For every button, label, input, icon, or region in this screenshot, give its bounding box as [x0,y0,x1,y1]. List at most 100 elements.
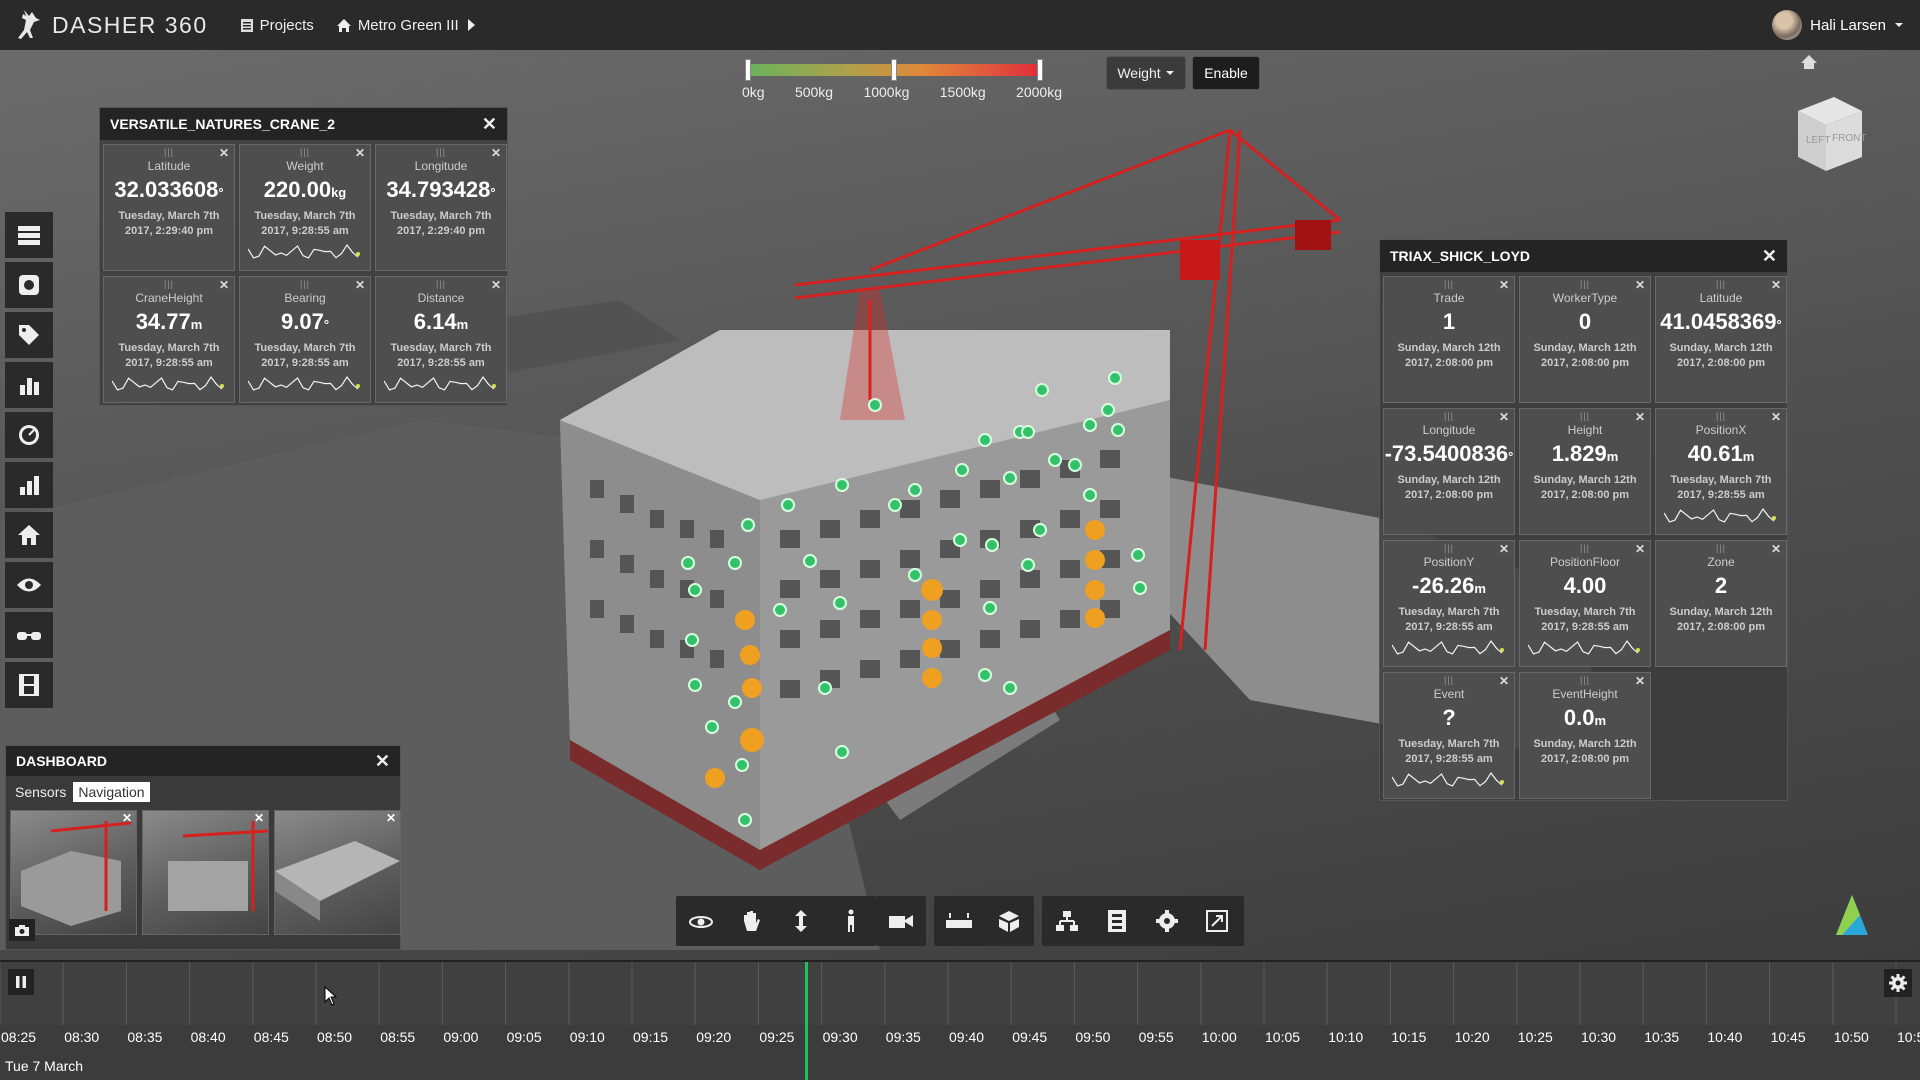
drag-handle-icon[interactable]: ||| [1520,543,1650,553]
scale-handle-mid[interactable] [891,59,897,81]
sensor-tile[interactable]: ||| ✕ Weight 220.00kg Tuesday, March 7th 201… [239,144,371,271]
close-icon[interactable]: ✕ [1635,410,1645,424]
gauge-tool[interactable] [5,412,53,458]
view-thumbnail[interactable]: ✕ [142,810,269,935]
sensor-tile[interactable]: ||| ✕ Longitude 34.793428° Tuesday, March 7t… [375,144,507,271]
pause-button[interactable] [8,969,34,995]
walk-button[interactable] [826,896,876,946]
camera-button[interactable] [876,896,926,946]
sensor-tile[interactable]: ||| ✕ WorkerType 0 Sunday, March 12th 2017, … [1519,276,1651,403]
view-cube[interactable]: LEFT FRONT [1792,95,1866,173]
bar-chart-tool[interactable] [5,362,53,408]
close-icon[interactable]: ✕ [254,811,264,825]
sensor-tile[interactable]: ||| ✕ PositionY -26.26m Tuesday, March 7th 2… [1383,540,1515,667]
close-icon[interactable]: ✕ [1635,278,1645,292]
sensor-tile[interactable]: ||| ✕ PositionFloor 4.00 Tuesday, March 7th … [1519,540,1651,667]
fullscreen-button[interactable] [1192,896,1242,946]
sensor-tile[interactable]: ||| ✕ Latitude 32.033608° Tuesday, March 7th… [103,144,235,271]
close-icon[interactable]: ✕ [1771,410,1781,424]
close-icon[interactable]: ✕ [219,146,229,160]
close-icon[interactable]: ✕ [1499,674,1509,688]
drag-handle-icon[interactable]: ||| [1520,279,1650,289]
close-icon[interactable]: ✕ [386,811,396,825]
close-icon[interactable]: ✕ [375,751,390,772]
film-tool[interactable] [5,662,53,708]
close-icon[interactable]: ✕ [219,278,229,292]
model-tree-button[interactable] [1042,896,1092,946]
measure-button[interactable] [934,896,984,946]
pan-button[interactable] [726,896,776,946]
user-menu[interactable]: Hali Larsen [1772,0,1904,50]
weight-scale[interactable]: 0kg 500kg 1000kg 1500kg 2000kg [742,58,1062,100]
sensor-tile[interactable]: ||| ✕ Height 1.829m Sunday, March 12th 2017,… [1519,408,1651,535]
sensor-tile[interactable]: ||| ✕ CraneHeight 34.77m Tuesday, March 7th … [103,276,235,403]
timeline[interactable]: 08:25 08:30 08:35 08:40 08:45 08:50 08:55 09:00… [0,960,1920,1080]
timeline-settings-button[interactable] [1884,969,1912,997]
snapshot-button[interactable] [9,919,35,941]
view-thumbnail[interactable]: ✕ [274,810,401,935]
close-icon[interactable]: ✕ [491,278,501,292]
drag-handle-icon[interactable]: ||| [1656,543,1786,553]
sensor-tool[interactable] [5,262,53,308]
sensor-tile[interactable]: ||| ✕ PositionX 40.61m Tuesday, March 7th 20… [1655,408,1787,535]
close-icon[interactable]: ✕ [1635,542,1645,556]
drag-handle-icon[interactable]: ||| [1520,675,1650,685]
timeline-cursor[interactable] [805,962,808,1080]
weight-dropdown-button[interactable]: Weight [1106,56,1186,90]
home-tool[interactable] [5,512,53,558]
eye-tool[interactable] [5,562,53,608]
close-icon[interactable]: ✕ [122,811,132,825]
scale-handle-min[interactable] [745,59,751,81]
panel-header[interactable]: VERSATILE_NATURES_CRANE_2 ✕ [100,108,507,140]
drag-handle-icon[interactable]: ||| [1520,411,1650,421]
tab-sensors[interactable]: Sensors [10,782,71,802]
drag-handle-icon[interactable]: ||| [376,147,506,157]
close-icon[interactable]: ✕ [1499,410,1509,424]
close-icon[interactable]: ✕ [355,146,365,160]
close-icon[interactable]: ✕ [1499,278,1509,292]
breadcrumb-project[interactable]: Metro Green III [358,17,459,34]
enable-button[interactable]: Enable [1192,56,1260,90]
sensor-tile[interactable]: ||| ✕ Longitude -73.5400836° Sunday, March 1… [1383,408,1515,535]
app-logo[interactable]: DASHER 360 [14,8,208,42]
tag-tool[interactable] [5,312,53,358]
drag-handle-icon[interactable]: ||| [1656,279,1786,289]
caret-right-icon[interactable] [465,18,477,32]
drag-handle-icon[interactable]: ||| [104,279,234,289]
home-view-icon[interactable] [1800,54,1818,70]
drag-handle-icon[interactable]: ||| [1384,279,1514,289]
close-icon[interactable]: ✕ [1771,542,1781,556]
drag-handle-icon[interactable]: ||| [240,147,370,157]
orbit-button[interactable] [676,896,726,946]
drag-handle-icon[interactable]: ||| [1384,543,1514,553]
explode-button[interactable] [984,896,1034,946]
close-icon[interactable]: ✕ [1771,278,1781,292]
close-icon[interactable]: ✕ [491,146,501,160]
sensor-tile[interactable]: ||| ✕ Latitude 41.0458369° Sunday, March 12t… [1655,276,1787,403]
sensor-tile[interactable]: ||| ✕ Bearing 9.07° Tuesday, March 7th 2017,… [239,276,371,403]
drag-handle-icon[interactable]: ||| [240,279,370,289]
close-icon[interactable]: ✕ [482,114,497,135]
tab-navigation[interactable]: Navigation [73,782,150,802]
close-icon[interactable]: ✕ [1499,542,1509,556]
settings-button[interactable] [1142,896,1192,946]
drag-handle-icon[interactable]: ||| [104,147,234,157]
zoom-button[interactable] [776,896,826,946]
list-tool[interactable] [5,212,53,258]
sensor-tile[interactable]: ||| ✕ Trade 1 Sunday, March 12th 2017, 2:08:… [1383,276,1515,403]
scale-handle-max[interactable] [1037,59,1043,81]
close-icon[interactable]: ✕ [1635,674,1645,688]
panel-header[interactable]: TRIAX_SHICK_LOYD ✕ [1380,240,1787,272]
drag-handle-icon[interactable]: ||| [1384,675,1514,685]
weight-gradient-bar[interactable] [745,59,1043,81]
sensor-tile[interactable]: ||| ✕ Event? Tuesday, March 7th 2017, 9:28:… [1383,672,1515,799]
drag-handle-icon[interactable]: ||| [1656,411,1786,421]
sensor-tile[interactable]: ||| ✕ EventHeight 0.0m Sunday, March 12th 20… [1519,672,1651,799]
close-icon[interactable]: ✕ [1762,246,1777,267]
stacked-chart-tool[interactable] [5,462,53,508]
drag-handle-icon[interactable]: ||| [376,279,506,289]
breadcrumb-projects[interactable]: Projects [260,17,314,34]
drag-handle-icon[interactable]: ||| [1384,411,1514,421]
sensor-tile[interactable]: ||| ✕ Distance 6.14m Tuesday, March 7th 2017… [375,276,507,403]
dashboard-header[interactable]: DASHBOARD ✕ [6,746,400,776]
